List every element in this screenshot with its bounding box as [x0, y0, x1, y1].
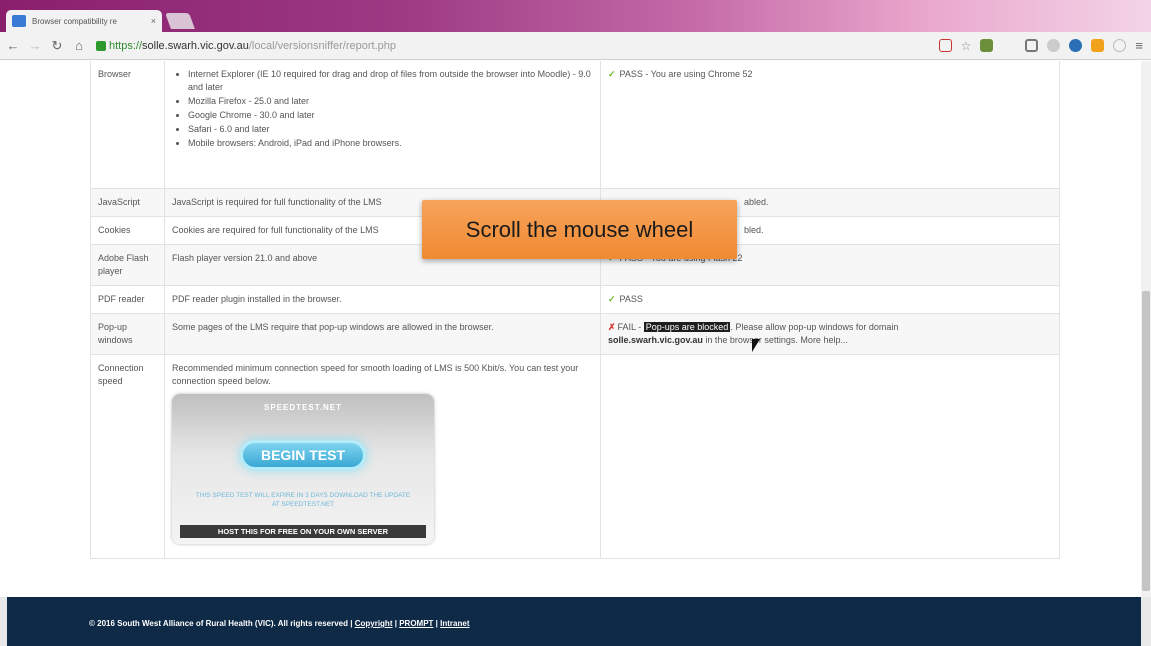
- bookmark-star-icon[interactable]: ☆: [961, 39, 972, 53]
- page-footer: © 2016 South West Alliance of Rural Heal…: [7, 597, 1141, 646]
- row-name: JavaScript: [90, 187, 165, 218]
- reload-icon[interactable]: ↻: [48, 38, 66, 54]
- browser-window: Browser compatibility re × ← → ↻ ⌂ https…: [0, 0, 1151, 646]
- row-status: ✗ FAIL - Pop-ups are blocked. Please allo…: [600, 313, 1060, 356]
- row-name: PDF reader: [90, 285, 165, 315]
- new-tab-button[interactable]: [165, 13, 195, 29]
- scrollbar-thumb[interactable]: [1142, 291, 1150, 591]
- status-text: . Please allow pop-up windows for domain: [730, 322, 899, 333]
- row-requirement: Recommended minimum connection speed for…: [164, 354, 601, 560]
- url-host: solle.swarh.vic.gov.au: [142, 39, 249, 52]
- status-text: PASS: [619, 294, 643, 305]
- table-row: Browser Internet Explorer (IE 10 require…: [90, 61, 1060, 189]
- browser-requirements-list: Internet Explorer (IE 10 required for dr…: [188, 68, 593, 150]
- footer-link-intranet[interactable]: Intranet: [440, 619, 469, 628]
- vertical-scrollbar[interactable]: [1141, 61, 1151, 597]
- status-domain: solle.swarh.vic.gov.au: [608, 335, 703, 346]
- check-icon: ✓: [608, 69, 616, 79]
- footer-separator: |: [435, 619, 438, 628]
- mouse-cursor-icon: [752, 339, 760, 352]
- tab-title: Browser compatibility re: [32, 16, 117, 26]
- footer-separator: |: [394, 619, 397, 628]
- forward-arrow-icon[interactable]: →: [26, 38, 44, 53]
- url-scheme: https://: [109, 39, 143, 52]
- row-status: ✓ PASS: [600, 285, 1060, 315]
- row-name: Pop-up windows: [90, 313, 165, 356]
- secure-lock-icon: [96, 40, 106, 51]
- url-path: /local/versionsniffer/report.php: [248, 39, 396, 52]
- row-status: ✓ PASS - You are using Chrome 52: [600, 61, 1060, 189]
- home-icon[interactable]: ⌂: [70, 38, 88, 53]
- extension-outline-icon[interactable]: [1113, 39, 1127, 52]
- row-name: Browser: [90, 61, 165, 189]
- row-name: Adobe Flash player: [90, 244, 165, 287]
- site-favicon-icon: [12, 15, 26, 27]
- list-item: Safari - 6.0 and later: [188, 123, 593, 136]
- back-arrow-icon[interactable]: ←: [4, 38, 22, 53]
- table-row: PDF reader PDF reader plugin installed i…: [90, 285, 1060, 315]
- page-margin-right: [1141, 597, 1151, 646]
- check-icon: ✓: [608, 294, 616, 305]
- list-item: Mozilla Firefox - 25.0 and later: [188, 95, 593, 108]
- row-status: [600, 354, 1060, 560]
- status-fail-label: FAIL -: [617, 322, 642, 333]
- tab-strip: Browser compatibility re ×: [0, 0, 1151, 32]
- table-row: Pop-up windows Some pages of the LMS req…: [90, 313, 1060, 356]
- row-name: Connection speed: [90, 354, 165, 560]
- speedtest-widget[interactable]: SPEEDTEST.NET BEGIN TEST THIS SPEED TEST…: [172, 394, 434, 545]
- extension-gray-icon[interactable]: [1047, 39, 1061, 52]
- list-item: Internet Explorer (IE 10 required for dr…: [188, 68, 593, 94]
- table-row: Connection speed Recommended minimum con…: [90, 354, 1060, 560]
- fail-x-icon: ✗: [608, 322, 616, 333]
- host-free-link[interactable]: HOST THIS FOR FREE ON YOUR OWN SERVER: [180, 525, 426, 539]
- popup-blocked-icon[interactable]: [938, 39, 952, 52]
- footer-text: © 2016 South West Alliance of Rural Heal…: [89, 619, 353, 628]
- toolbar-extensions: ☆ ≡: [938, 38, 1143, 53]
- popups-blocked-highlight: Pop-ups are blocked: [643, 322, 731, 333]
- list-item: Google Chrome - 30.0 and later: [188, 109, 593, 122]
- browser-tab[interactable]: Browser compatibility re ×: [6, 10, 162, 32]
- tutorial-callout: Scroll the mouse wheel: [422, 200, 737, 259]
- tab-close-icon[interactable]: ×: [151, 16, 156, 26]
- address-bar[interactable]: https://solle.swarh.vic.gov.au/local/ver…: [109, 40, 396, 52]
- page-margin-left: [0, 597, 7, 646]
- extension-square-icon[interactable]: [1025, 39, 1039, 52]
- row-name: Cookies: [90, 216, 165, 246]
- begin-test-button[interactable]: BEGIN TEST: [240, 440, 366, 471]
- extension-orange-icon[interactable]: [1091, 39, 1105, 52]
- speedtest-note: THIS SPEED TEST WILL EXPIRE IN 3 DAYS DO…: [195, 492, 411, 508]
- browser-toolbar: ← → ↻ ⌂ https://solle.swarh.vic.gov.au/l…: [0, 32, 1151, 60]
- list-item: Mobile browsers: Android, iPad and iPhon…: [188, 137, 593, 150]
- row-requirement: PDF reader plugin installed in the brows…: [164, 285, 601, 315]
- row-requirement: Some pages of the LMS require that pop-u…: [164, 313, 601, 356]
- row-requirement: Internet Explorer (IE 10 required for dr…: [164, 61, 601, 189]
- requirement-text: Recommended minimum connection speed for…: [172, 363, 579, 387]
- footer-link-copyright[interactable]: Copyright: [355, 619, 393, 628]
- extension-blue-icon[interactable]: [1069, 39, 1083, 52]
- speedtest-logo: SPEEDTEST.NET: [264, 403, 342, 413]
- page-content: Browser Internet Explorer (IE 10 require…: [0, 61, 1141, 597]
- status-text: PASS - You are using Chrome 52: [619, 69, 753, 79]
- footer-link-prompt[interactable]: PROMPT: [399, 619, 433, 628]
- extension-pen-icon[interactable]: [980, 39, 994, 52]
- menu-icon[interactable]: ≡: [1135, 38, 1143, 53]
- compatibility-table: Browser Internet Explorer (IE 10 require…: [90, 61, 1060, 560]
- status-text[interactable]: in the browser settings. More help...: [705, 335, 848, 345]
